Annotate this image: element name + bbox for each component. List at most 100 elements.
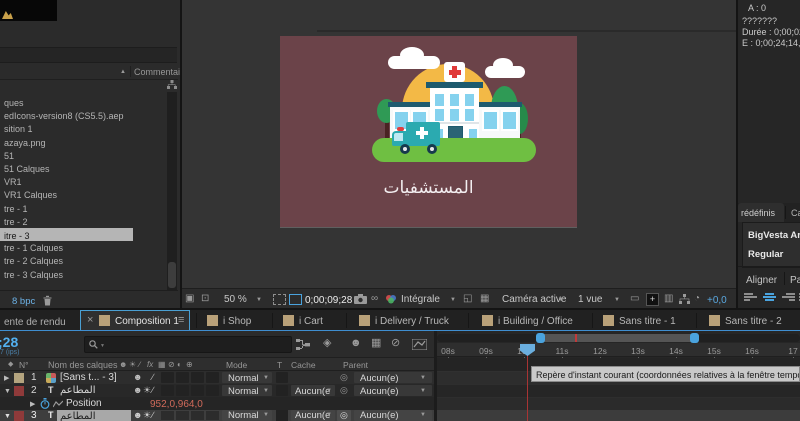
camera-view-value[interactable]: Caméra active bbox=[502, 295, 566, 305]
fx-column-icon[interactable]: fx bbox=[147, 361, 153, 369]
show-snapshot-icon[interactable]: ∞ bbox=[371, 294, 378, 304]
number-column-label[interactable]: N° bbox=[19, 361, 29, 370]
switch-cell[interactable] bbox=[206, 372, 219, 383]
view-layout-dropdown-icon[interactable]: ▼ bbox=[614, 297, 620, 303]
project-item[interactable]: 51 bbox=[4, 152, 14, 161]
parent-dropdown[interactable]: Aucun(e) ▼ bbox=[354, 372, 432, 383]
trkmat-column-label[interactable]: T bbox=[277, 361, 282, 370]
project-item[interactable]: edIcons-version8 (CS5.5).aep bbox=[4, 112, 124, 121]
scrollbar-thumb[interactable] bbox=[168, 262, 176, 288]
switch-cell[interactable] bbox=[191, 385, 204, 396]
tab-i-shop[interactable]: i Shop bbox=[223, 317, 251, 327]
twirl-icon[interactable]: ▶ bbox=[4, 375, 9, 382]
panel-menu-icon[interactable]: ≡ bbox=[178, 315, 184, 326]
font-style-value[interactable]: Regular bbox=[748, 249, 783, 260]
tab-i-delivery-truck[interactable]: i Delivery / Truck bbox=[375, 317, 449, 327]
draft-3d-icon[interactable]: ◈ bbox=[323, 338, 331, 349]
roi-icon[interactable] bbox=[289, 294, 302, 305]
tab-align-label[interactable]: Aligner bbox=[746, 275, 777, 286]
tab-sans-titre-2[interactable]: Sans titre - 2 bbox=[725, 317, 782, 327]
timeline-timecode[interactable]: ;28 bbox=[0, 334, 18, 350]
project-item[interactable]: tre - 1 bbox=[4, 205, 28, 214]
graph-editor-icon[interactable] bbox=[412, 339, 427, 350]
exposure-sphere-icon[interactable]: ◔ bbox=[694, 294, 700, 304]
selected-name-cell[interactable]: المطاعم bbox=[57, 410, 131, 421]
property-name[interactable]: Position bbox=[66, 399, 102, 409]
mini-flowchart-icon[interactable] bbox=[296, 339, 310, 350]
tab-sans-titre-1[interactable]: Sans titre - 1 bbox=[619, 317, 676, 327]
pickwhip-icon[interactable]: ◎ bbox=[340, 373, 348, 382]
layer-name[interactable]: المطاعم bbox=[60, 386, 95, 396]
search-icon[interactable] bbox=[89, 340, 98, 349]
switch-cell[interactable] bbox=[206, 385, 219, 396]
collapse-switch-icon[interactable]: ☀ bbox=[143, 386, 151, 395]
time-navigator-bar[interactable] bbox=[538, 334, 698, 342]
layer-row-selected[interactable]: ▼ 3 T المطاعم ☻ ☀ ∕ Normal ▼ Aucun(e ▼ bbox=[0, 410, 437, 421]
quality-switch-icon[interactable]: ∕ bbox=[152, 411, 154, 420]
motion-blur-column-icon[interactable]: ⊘ bbox=[168, 361, 175, 369]
switch-cell[interactable] bbox=[176, 372, 189, 383]
project-columns-header[interactable]: ▲ Commentaire bbox=[0, 64, 178, 80]
cache-dropdown[interactable]: Aucun(e ▼ bbox=[291, 385, 335, 396]
timeline-button-icon[interactable]: ▥ bbox=[664, 294, 673, 304]
collapse-switch-icon[interactable]: ☀ bbox=[143, 411, 151, 420]
stopwatch-icon[interactable] bbox=[40, 398, 50, 409]
mode-column-label[interactable]: Mode bbox=[226, 361, 247, 370]
magnification-dropdown-icon[interactable]: ▼ bbox=[256, 297, 262, 303]
switch-cell[interactable] bbox=[161, 385, 174, 396]
camera-dropdown-icon[interactable]: ▼ bbox=[558, 297, 564, 303]
frame-blend-column-icon[interactable]: ▦ bbox=[158, 361, 166, 369]
cache-column-label[interactable]: Cache bbox=[291, 361, 316, 370]
quality-column-icon[interactable]: ∕ bbox=[139, 361, 140, 369]
snapshot-camera-icon[interactable] bbox=[354, 294, 367, 304]
twirl-icon[interactable]: ▼ bbox=[4, 388, 11, 395]
quality-switch-icon[interactable]: ∕ bbox=[152, 373, 154, 382]
channels-icon[interactable] bbox=[385, 294, 397, 304]
project-scrollbar[interactable] bbox=[167, 92, 177, 290]
fast-previews-icon[interactable]: + bbox=[646, 293, 659, 306]
align-left-button[interactable] bbox=[744, 292, 757, 302]
switch-cell[interactable] bbox=[161, 411, 174, 420]
layer-search-field[interactable]: ▼ bbox=[84, 336, 292, 353]
project-item-selected[interactable]: itre - 3 bbox=[0, 228, 133, 241]
track-band-selected[interactable] bbox=[437, 410, 800, 421]
project-item[interactable]: sition 1 bbox=[4, 125, 33, 134]
flowchart-button-icon[interactable] bbox=[679, 294, 690, 304]
tab-i-cart[interactable]: i Cart bbox=[299, 317, 323, 327]
cache-dropdown[interactable]: Aucun(e ▼ bbox=[291, 410, 335, 421]
layer-row[interactable]: ▶ 1 [Sans t... - 3] ☻ ∕ Normal ▼ ◎ Aucun… bbox=[0, 371, 437, 384]
layer-row[interactable]: ▼ 2 T المطاعم ☻ ☀ ∕ Normal ▼ Aucun(e ▼ ◎ bbox=[0, 384, 437, 397]
parent-column-label[interactable]: Parent bbox=[343, 361, 368, 370]
magnification-value[interactable]: 50 % bbox=[224, 295, 247, 305]
property-row[interactable]: ▶ Position 952,0,964,0 bbox=[0, 397, 437, 410]
safe-zones-icon[interactable]: ◱ bbox=[463, 294, 472, 304]
frame-blend-icon[interactable]: ▦ bbox=[371, 338, 381, 349]
track-band[interactable] bbox=[437, 397, 800, 410]
project-item[interactable]: ques bbox=[4, 99, 24, 108]
tab-i-building-office[interactable]: i Building / Office bbox=[498, 317, 573, 327]
align-right-button[interactable] bbox=[782, 292, 795, 302]
mode-dropdown[interactable]: Normal ▼ bbox=[222, 410, 272, 421]
project-item[interactable]: tre - 1 Calques bbox=[4, 244, 63, 253]
layer-label-color[interactable] bbox=[14, 411, 24, 421]
pickwhip-cell[interactable]: ◎ bbox=[337, 410, 351, 421]
track-band[interactable] bbox=[437, 384, 800, 397]
switch-cell[interactable] bbox=[176, 385, 189, 396]
close-icon[interactable]: × bbox=[87, 315, 93, 326]
resolution-value[interactable]: Intégrale bbox=[401, 295, 440, 305]
shy-layers-icon[interactable]: ☻ bbox=[350, 338, 362, 349]
project-item[interactable]: 51 Calques bbox=[4, 165, 50, 174]
tab-presets[interactable]: rédéfinis bbox=[738, 203, 784, 222]
trkmat-cell[interactable] bbox=[276, 385, 288, 396]
shy-switch-icon[interactable]: ☻ bbox=[133, 411, 142, 420]
pixel-aspect-icon[interactable]: ▭ bbox=[630, 294, 639, 304]
quality-switch-icon[interactable]: ∕ bbox=[152, 386, 154, 395]
trkmat-cell[interactable] bbox=[276, 410, 288, 421]
shy-column-icon[interactable]: ☻ bbox=[119, 361, 127, 369]
align-center-button[interactable] bbox=[763, 292, 776, 302]
mode-dropdown[interactable]: Normal ▼ bbox=[222, 385, 272, 396]
switch-cell[interactable] bbox=[191, 372, 204, 383]
font-family-value[interactable]: BigVesta Arabic bbox=[748, 230, 800, 241]
switch-cell[interactable] bbox=[206, 411, 219, 420]
viewer-timecode[interactable]: 0;00;09;28 bbox=[305, 295, 352, 306]
